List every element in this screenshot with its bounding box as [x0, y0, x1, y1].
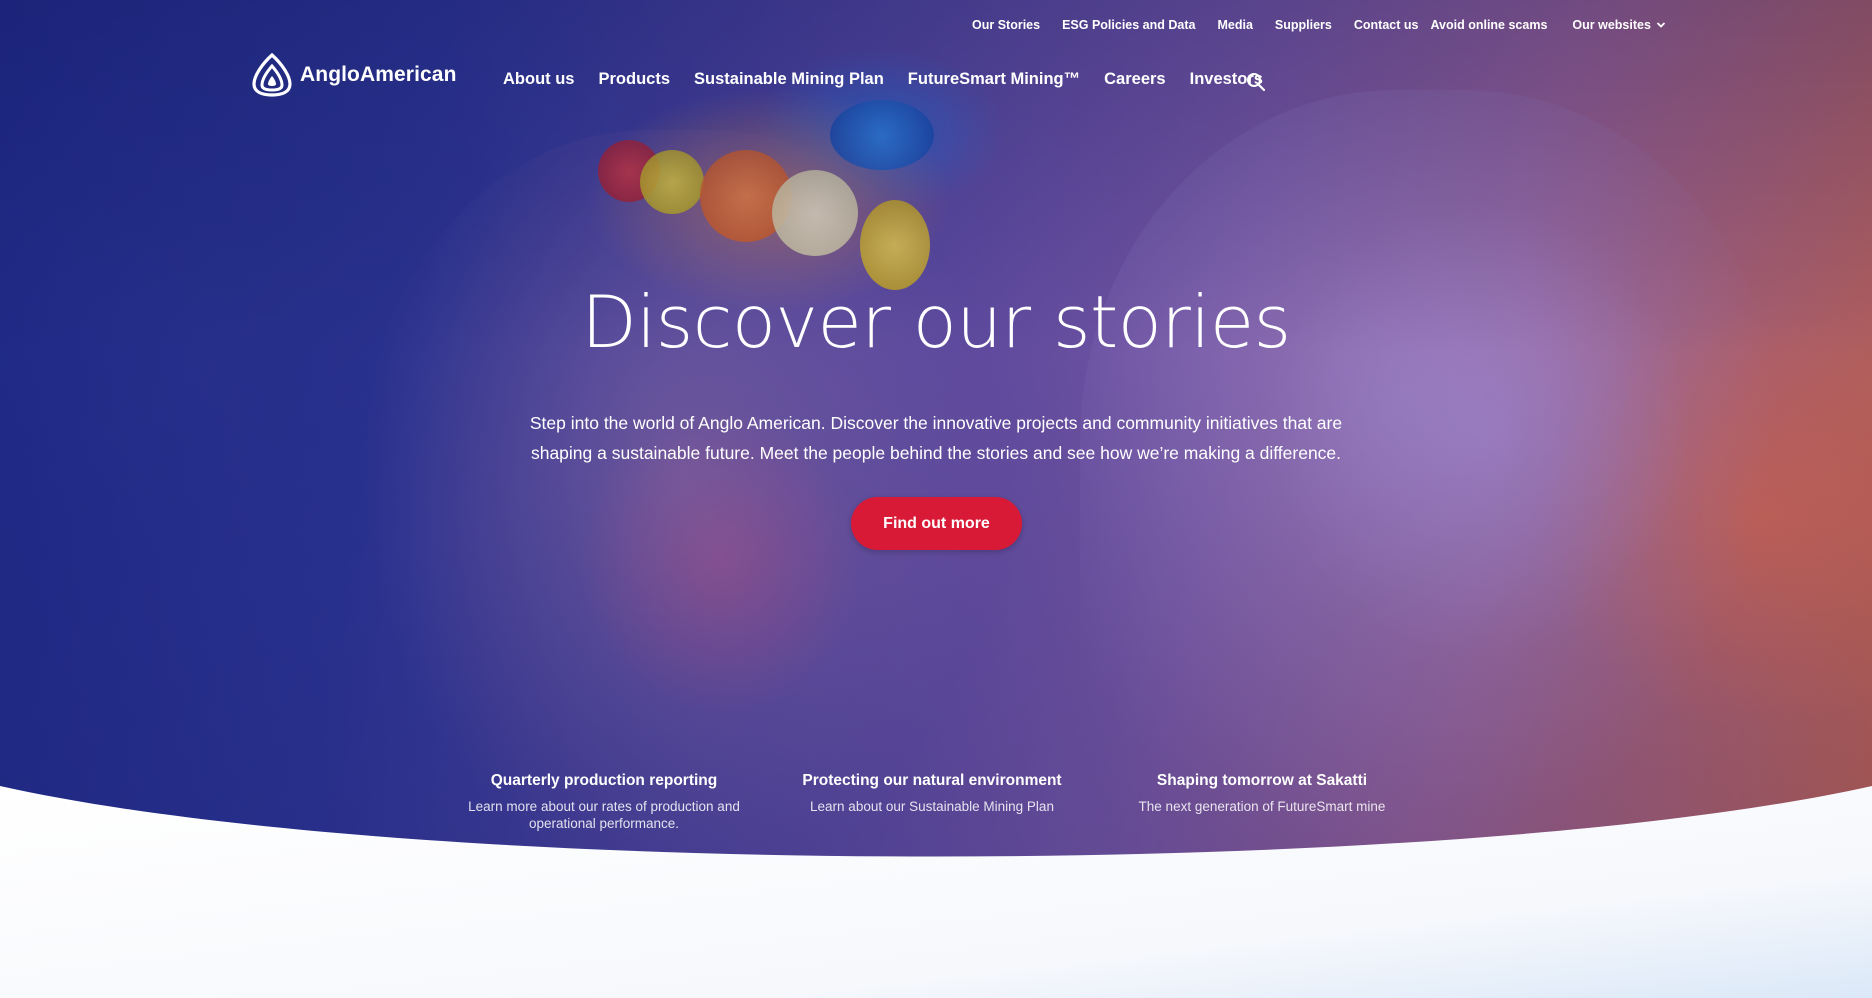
utility-link-media[interactable]: Media [1217, 18, 1252, 32]
utility-link-contact[interactable]: Contact us [1354, 18, 1419, 32]
feature-description: The next generation of FutureSmart mine [1138, 799, 1386, 814]
nav-about-us[interactable]: About us [503, 70, 575, 89]
our-websites-dropdown[interactable]: Our websites [1572, 18, 1666, 32]
brand-name: AngloAmerican [300, 63, 457, 86]
main-nav: About us Products Sustainable Mining Pla… [503, 70, 1263, 89]
nav-sustainable-mining-plan[interactable]: Sustainable Mining Plan [694, 70, 884, 89]
utility-link-our-stories[interactable]: Our Stories [972, 18, 1040, 32]
our-websites-label: Our websites [1572, 18, 1651, 32]
feature-title: Protecting our natural environment [802, 772, 1062, 789]
hero-title: Discover our stories [581, 280, 1291, 364]
feature-sakatti[interactable]: Shaping tomorrow at Sakatti The next gen… [1128, 772, 1396, 815]
nav-futuresmart-mining[interactable]: FutureSmart Mining™ [908, 70, 1080, 89]
feature-natural-environment[interactable]: Protecting our natural environment Learn… [798, 772, 1066, 815]
find-out-more-button[interactable]: Find out more [851, 497, 1022, 550]
feature-title: Shaping tomorrow at Sakatti [1156, 772, 1368, 789]
feature-description: Learn about our Sustainable Mining Plan [810, 799, 1054, 814]
search-icon[interactable] [1246, 72, 1266, 92]
chevron-down-icon [1656, 22, 1666, 28]
feature-title: Quarterly production reporting [490, 772, 718, 789]
nav-products[interactable]: Products [599, 70, 671, 89]
page: Our Stories ESG Policies and Data Media … [0, 0, 1872, 998]
hero-description: Step into the world of Anglo American. D… [529, 413, 1343, 463]
brand-logo[interactable]: AngloAmerican [250, 52, 457, 98]
anglo-american-logo-icon [252, 52, 292, 97]
feature-description: Learn more about our rates of production… [468, 799, 740, 831]
nav-careers[interactable]: Careers [1104, 70, 1165, 89]
feature-quarterly-production[interactable]: Quarterly production reporting Learn mor… [468, 772, 740, 832]
utility-nav: Our Stories ESG Policies and Data Media … [960, 18, 1666, 32]
utility-link-esg[interactable]: ESG Policies and Data [1062, 18, 1195, 32]
utility-link-scams[interactable]: Avoid online scams [1430, 18, 1547, 32]
utility-link-suppliers[interactable]: Suppliers [1275, 18, 1332, 32]
